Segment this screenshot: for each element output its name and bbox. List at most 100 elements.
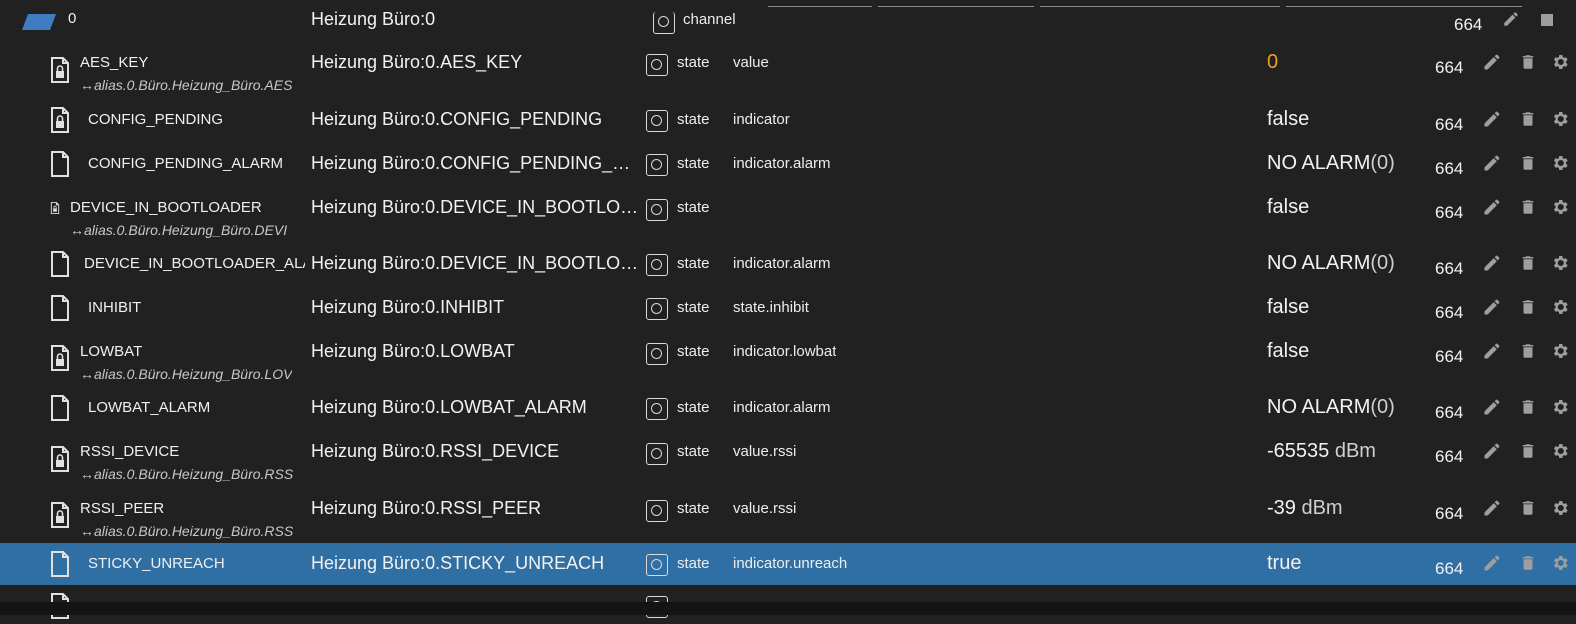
edit-icon[interactable] — [1482, 297, 1502, 322]
settings-icon[interactable] — [1550, 197, 1570, 222]
state-value: NO ALARM(0) — [1267, 152, 1395, 175]
settings-icon[interactable] — [1550, 153, 1570, 178]
value-text: true — [1267, 552, 1302, 574]
state-role: indicator.alarm — [733, 399, 831, 416]
state-label: Heizung Büro:0.RSSI_DEVICE — [311, 441, 560, 461]
channel-row[interactable]: 0 Heizung Büro:0 channel 664 — [0, 0, 1576, 40]
state-row[interactable]: DEVICE_IN_BOOTLOADER_ALAI Heizung Büro:0.… — [0, 242, 1576, 286]
state-type: state — [677, 155, 710, 172]
value-text: false — [1267, 340, 1310, 362]
state-type-icon — [646, 343, 668, 365]
value-text: -39 — [1267, 497, 1296, 519]
delete-icon[interactable] — [1519, 553, 1537, 578]
state-role: value.rssi — [733, 443, 797, 460]
state-name: INHIBIT — [88, 299, 142, 316]
settings-icon[interactable] — [1550, 109, 1570, 134]
object-tree-table: 0 Heizung Büro:0 channel 664 AES_KEY ↔ali… — [0, 0, 1576, 619]
state-row[interactable]: AES_KEY ↔alias.0.Büro.Heizung_Büro.AES Hei… — [0, 41, 1576, 98]
state-type-icon — [646, 554, 668, 576]
edit-icon[interactable] — [1482, 498, 1502, 523]
state-label: Heizung Büro:0.DEVICE_IN_BOOTLOA... — [311, 197, 641, 217]
settings-icon[interactable] — [1550, 297, 1570, 322]
value-text: NO ALARM — [1267, 396, 1371, 418]
settings-icon[interactable] — [1550, 52, 1570, 77]
settings-icon[interactable] — [1550, 498, 1570, 523]
delete-icon[interactable] — [1519, 52, 1537, 77]
edit-icon[interactable] — [1482, 52, 1502, 77]
settings-icon[interactable] — [1550, 341, 1570, 366]
state-value: false — [1267, 340, 1309, 363]
state-role: indicator — [733, 111, 790, 128]
state-row[interactable]: RSSI_DEVICE ↔alias.0.Büro.Heizung_Büro.RS… — [0, 430, 1576, 487]
state-type-icon — [646, 110, 668, 132]
state-role: state.inhibit — [733, 299, 809, 316]
delete-icon[interactable] — [1519, 197, 1537, 222]
state-acl: 664 — [1435, 58, 1464, 77]
alias-link[interactable]: ↔alias.0.Büro.Heizung_Büro.LOV — [80, 366, 292, 382]
edit-icon[interactable] — [1482, 553, 1502, 578]
state-row[interactable]: LOWBAT ↔alias.0.Büro.Heizung_Büro.LOV Heiz… — [0, 330, 1576, 386]
state-name: LOWBAT — [80, 343, 143, 360]
state-label: Heizung Büro:0.LOWBAT — [311, 341, 515, 361]
settings-icon[interactable] — [1550, 253, 1570, 278]
state-role: indicator.unreach — [733, 555, 848, 572]
square-icon[interactable] — [1541, 14, 1553, 26]
edit-icon[interactable] — [1482, 109, 1502, 134]
edit-icon[interactable] — [1502, 10, 1520, 28]
alias-link[interactable]: ↔alias.0.Büro.Heizung_Büro.RSS — [80, 523, 293, 539]
delete-icon[interactable] — [1519, 498, 1537, 523]
file-icon — [50, 251, 70, 282]
edit-icon[interactable] — [1482, 197, 1502, 222]
state-acl: 664 — [1435, 159, 1464, 178]
state-row[interactable]: LOWBAT_ALARM Heizung Büro:0.LOWBAT_ALARM s… — [0, 386, 1576, 430]
edit-icon[interactable] — [1482, 441, 1502, 466]
settings-icon[interactable] — [1550, 441, 1570, 466]
value-text: 0 — [1267, 51, 1279, 73]
alias-link[interactable]: ↔alias.0.Büro.Heizung_Büro.DEVI — [70, 222, 287, 238]
locked-file-icon — [50, 57, 70, 88]
channel-acl: 664 — [1454, 15, 1483, 34]
state-row[interactable]: RSSI_PEER ↔alias.0.Büro.Heizung_Büro.RSS H… — [0, 487, 1576, 543]
delete-icon[interactable] — [1519, 441, 1537, 466]
locked-file-icon — [50, 502, 70, 533]
edit-icon[interactable] — [1482, 253, 1502, 278]
delete-icon[interactable] — [1519, 109, 1537, 134]
state-type: state — [677, 111, 710, 128]
delete-icon[interactable] — [1519, 297, 1537, 322]
edit-icon[interactable] — [1482, 153, 1502, 178]
state-type: state — [677, 500, 710, 517]
value-unit: dBm — [1329, 440, 1376, 462]
settings-icon[interactable] — [1550, 553, 1570, 578]
alias-link[interactable]: ↔alias.0.Büro.Heizung_Büro.AES — [80, 77, 292, 93]
state-value: false — [1267, 196, 1309, 219]
state-row[interactable]: CONFIG_PENDING_ALARM Heizung Büro:0.CONFI… — [0, 142, 1576, 186]
delete-icon[interactable] — [1519, 253, 1537, 278]
state-name: DEVICE_IN_BOOTLOADER — [70, 199, 262, 216]
delete-icon[interactable] — [1519, 153, 1537, 178]
edit-icon[interactable] — [1482, 397, 1502, 422]
state-name: STICKY_UNREACH — [88, 555, 225, 572]
delete-icon[interactable] — [1519, 397, 1537, 422]
edit-icon[interactable] — [1482, 341, 1502, 366]
state-name: CONFIG_PENDING_ALARM — [88, 155, 284, 172]
value-text: NO ALARM — [1267, 152, 1371, 174]
state-value: -39 dBm — [1267, 497, 1343, 520]
state-row[interactable]: CONFIG_PENDING Heizung Büro:0.CONFIG_PEND… — [0, 98, 1576, 142]
state-label: Heizung Büro:0.AES_KEY — [311, 52, 523, 72]
state-name: RSSI_PEER — [80, 500, 165, 517]
state-name: RSSI_DEVICE — [80, 443, 180, 460]
state-row[interactable]: STICKY_UNREACH Heizung Büro:0.STICKY_UNRE… — [0, 543, 1576, 585]
state-type-icon — [646, 254, 668, 276]
state-type: state — [677, 199, 710, 216]
value-text: false — [1267, 296, 1310, 318]
delete-icon[interactable] — [1519, 341, 1537, 366]
state-row[interactable]: INHIBIT Heizung Büro:0.INHIBIT state state.… — [0, 286, 1576, 330]
state-row-partial[interactable] — [0, 585, 1576, 619]
state-type-icon — [646, 199, 668, 221]
alias-link[interactable]: ↔alias.0.Büro.Heizung_Büro.RSS — [80, 466, 293, 482]
state-type: state — [677, 255, 710, 272]
state-label: Heizung Büro:0.CONFIG_PENDING_AL... — [311, 153, 641, 173]
settings-icon[interactable] — [1550, 397, 1570, 422]
state-acl: 664 — [1435, 347, 1464, 366]
state-row[interactable]: DEVICE_IN_BOOTLOADER ↔alias.0.Büro.Heizun… — [0, 186, 1576, 242]
